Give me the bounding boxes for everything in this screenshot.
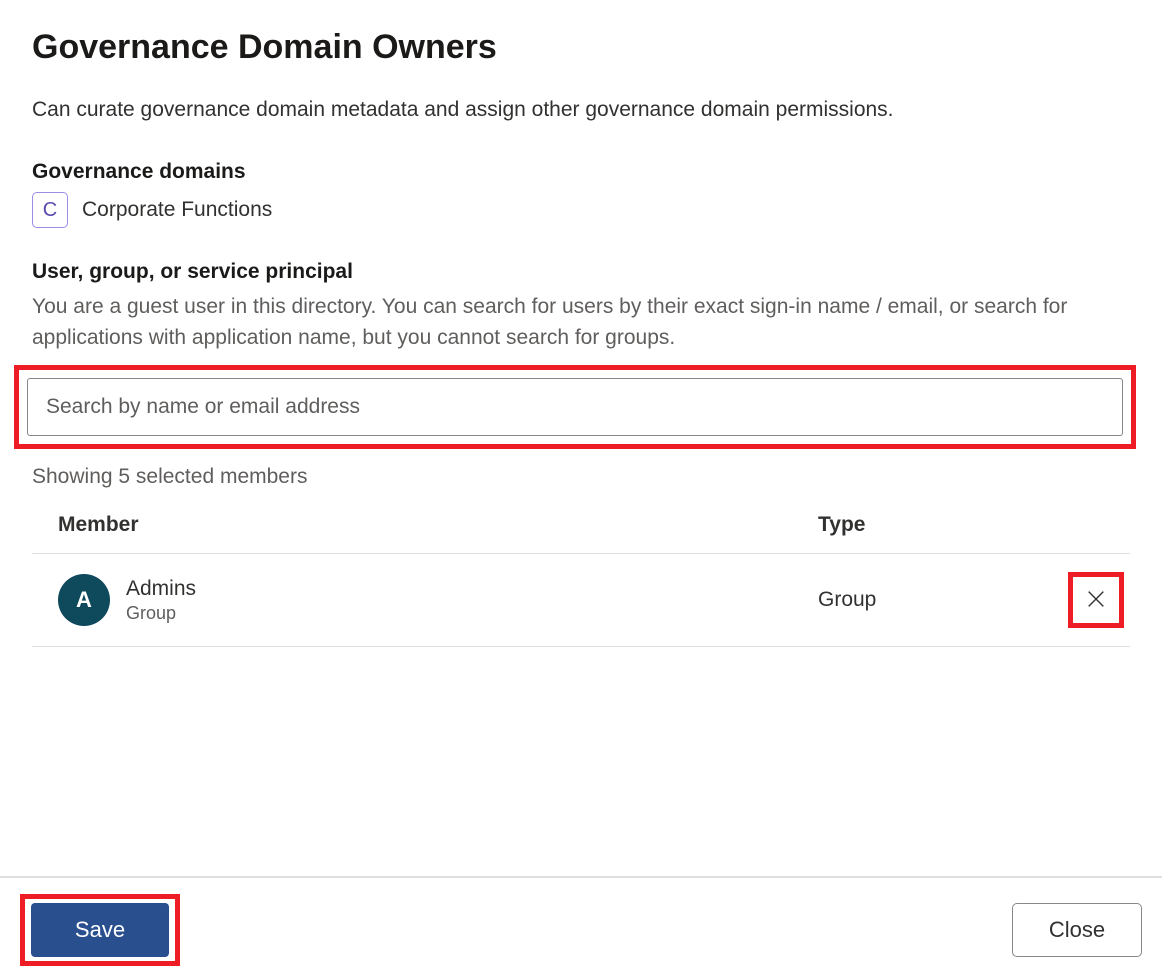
search-input[interactable] <box>27 378 1123 436</box>
remove-member-button[interactable] <box>1079 583 1113 617</box>
principal-label: User, group, or service principal <box>32 260 1130 284</box>
domain-item: C Corporate Functions <box>32 192 1130 228</box>
principal-help: You are a guest user in this directory. … <box>32 292 1130 353</box>
search-highlight <box>14 365 1136 449</box>
table-row: A Admins Group Group <box>32 554 1130 647</box>
member-name: Admins <box>126 577 196 601</box>
close-button[interactable]: Close <box>1012 903 1142 957</box>
member-cell: A Admins Group <box>58 574 818 626</box>
save-button[interactable]: Save <box>31 903 169 957</box>
domain-letter-icon: C <box>32 192 68 228</box>
col-header-type: Type <box>818 513 1130 537</box>
domains-label: Governance domains <box>32 160 1130 184</box>
members-count: Showing 5 selected members <box>32 465 1130 489</box>
save-highlight: Save <box>20 894 180 966</box>
footer: Save Close <box>0 876 1162 976</box>
page-subtitle: Can curate governance domain metadata an… <box>32 95 1130 124</box>
domain-name: Corporate Functions <box>82 198 272 222</box>
col-header-member: Member <box>58 513 818 537</box>
avatar: A <box>58 574 110 626</box>
page-title: Governance Domain Owners <box>32 28 1130 67</box>
member-subtype: Group <box>126 603 196 624</box>
type-cell: Group <box>818 588 1068 612</box>
members-table: Member Type A Admins Group Group <box>32 513 1130 647</box>
table-header: Member Type <box>32 513 1130 554</box>
close-icon <box>1085 588 1107 613</box>
remove-highlight <box>1068 572 1124 628</box>
